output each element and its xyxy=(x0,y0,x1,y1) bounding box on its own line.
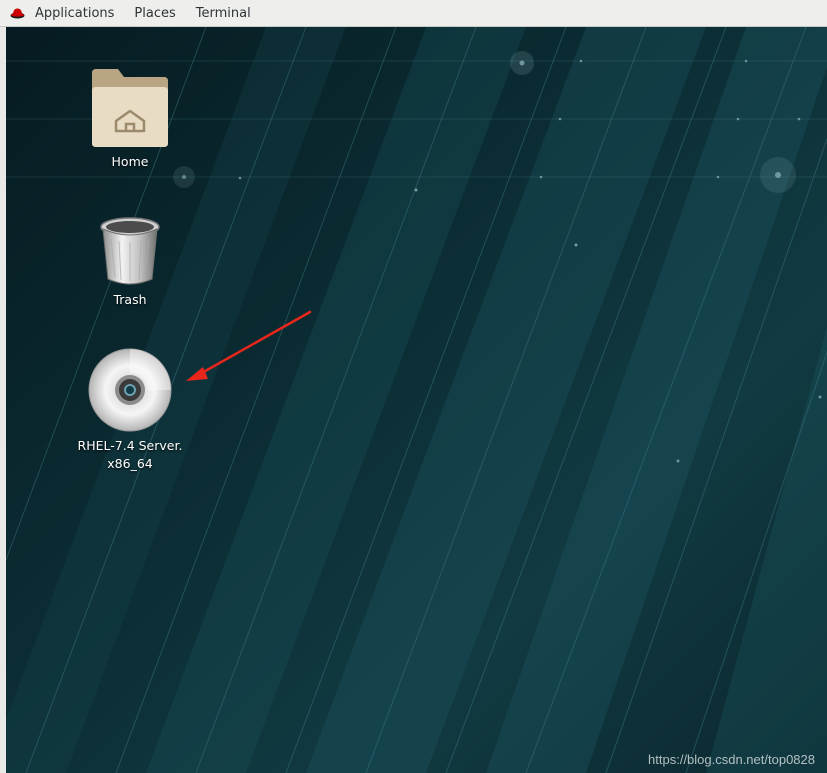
red-arrow-icon xyxy=(186,310,312,381)
top-panel: Applications Places Terminal xyxy=(0,0,827,27)
menu-places[interactable]: Places xyxy=(124,0,185,27)
desktop[interactable]: Home Trash RHEL-7.4 Server. x86_64 xyxy=(6,27,827,773)
redhat-logo-icon[interactable] xyxy=(10,6,25,21)
menu-applications[interactable]: Applications xyxy=(25,0,124,27)
watermark-text: https://blog.csdn.net/top0828 xyxy=(648,752,815,767)
menu-terminal[interactable]: Terminal xyxy=(186,0,261,27)
